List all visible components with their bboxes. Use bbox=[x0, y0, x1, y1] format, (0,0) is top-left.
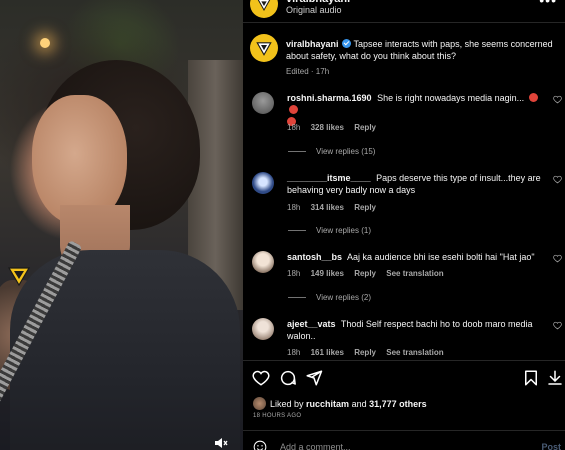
header-divider bbox=[243, 22, 565, 23]
download-icon[interactable] bbox=[546, 369, 564, 387]
reel-video[interactable] bbox=[0, 0, 243, 450]
share-send-icon[interactable] bbox=[305, 369, 323, 387]
see-translation-link[interactable]: See translation bbox=[386, 269, 443, 278]
video-subject-body bbox=[10, 250, 240, 450]
angry-emoji-icon bbox=[528, 93, 538, 102]
comment-age: 18h bbox=[287, 348, 301, 357]
reply-button[interactable]: Reply bbox=[354, 269, 376, 278]
save-bookmark-icon[interactable] bbox=[522, 369, 540, 387]
comment-likes[interactable]: 328 likes bbox=[311, 123, 344, 132]
caption-avatar[interactable] bbox=[250, 34, 278, 62]
watermark-logo-icon bbox=[6, 263, 32, 289]
replies-line bbox=[288, 230, 306, 231]
actions-divider bbox=[243, 360, 565, 361]
comment-username[interactable]: ________itsme____ bbox=[287, 173, 371, 183]
reply-button[interactable]: Reply bbox=[354, 203, 376, 212]
post-header: viralbhayani Original audio ••• bbox=[243, 0, 565, 22]
liked-by-text: Liked by rucchitam and 31,777 others bbox=[270, 399, 427, 409]
caption-meta: Edited · 17h bbox=[286, 67, 330, 76]
heart-icon[interactable] bbox=[553, 321, 562, 330]
liked-by-prefix: Liked by bbox=[270, 399, 304, 409]
posted-time: 18 HOURS AGO bbox=[253, 413, 302, 419]
comment-username[interactable]: santosh__bs bbox=[287, 252, 342, 262]
comment-avatar[interactable] bbox=[252, 251, 274, 273]
comment-likes[interactable]: 161 likes bbox=[311, 348, 344, 357]
caption-text-block: viralbhayani Tapsee interacts with paps, … bbox=[286, 38, 554, 62]
mute-icon[interactable] bbox=[214, 436, 228, 448]
view-replies-label[interactable]: View replies (15) bbox=[316, 147, 375, 156]
comment-text: Aaj ka audience bhi ise esehi bolti hai … bbox=[347, 252, 535, 262]
reply-button[interactable]: Reply bbox=[354, 348, 376, 357]
post-comment-button[interactable]: Post bbox=[541, 442, 561, 450]
view-replies[interactable]: View replies (2) bbox=[288, 293, 371, 302]
comment-avatar[interactable] bbox=[252, 318, 274, 340]
view-replies-label[interactable]: View replies (2) bbox=[316, 293, 371, 302]
view-replies[interactable]: View replies (15) bbox=[288, 147, 375, 156]
replies-line bbox=[288, 297, 306, 298]
comment-avatar[interactable] bbox=[252, 92, 274, 114]
see-translation-link[interactable]: See translation bbox=[386, 348, 443, 357]
view-replies-label[interactable]: View replies (1) bbox=[316, 226, 371, 235]
account-avatar[interactable] bbox=[250, 0, 278, 18]
comment-text: She is right nowadays media nagin... bbox=[377, 93, 527, 103]
comment-age: 18h bbox=[287, 269, 301, 278]
comment-username[interactable]: ajeet__vats bbox=[287, 319, 336, 329]
comment-divider bbox=[243, 430, 565, 431]
liked-by-user[interactable]: rucchitam bbox=[306, 399, 349, 409]
comment-body: ________itsme____ Paps deserve this type… bbox=[287, 172, 547, 196]
liked-by-count[interactable]: 31,777 others bbox=[369, 399, 427, 409]
comment-actions: 18h 314 likes Reply bbox=[287, 203, 384, 212]
comment-actions: 18h 161 likes Reply See translation bbox=[287, 348, 452, 357]
replies-line bbox=[288, 151, 306, 152]
video-background-light bbox=[40, 38, 50, 48]
liker-avatar[interactable] bbox=[253, 397, 266, 410]
add-comment-row: Add a comment... Post bbox=[243, 436, 565, 450]
comment-bubble-icon[interactable] bbox=[279, 369, 297, 387]
like-heart-icon[interactable] bbox=[252, 369, 270, 387]
comment-username[interactable]: roshni.sharma.1690 bbox=[287, 93, 372, 103]
comment-likes[interactable]: 314 likes bbox=[311, 203, 344, 212]
heart-icon[interactable] bbox=[553, 254, 562, 263]
view-replies[interactable]: View replies (1) bbox=[288, 226, 371, 235]
heart-icon[interactable] bbox=[553, 95, 562, 104]
comment-body: ajeet__vats Thodi Self respect bachi ho … bbox=[287, 318, 547, 342]
liked-by-row: Liked by rucchitam and 31,777 others bbox=[251, 396, 561, 410]
caption-username[interactable]: viralbhayani bbox=[286, 39, 339, 49]
emoji-smile-icon[interactable] bbox=[253, 440, 267, 450]
comment-actions: 18h 149 likes Reply See translation bbox=[287, 269, 452, 278]
post-action-bar bbox=[243, 362, 565, 392]
comment-avatar[interactable] bbox=[252, 172, 274, 194]
audio-label[interactable]: Original audio bbox=[286, 5, 342, 15]
reply-button[interactable]: Reply bbox=[354, 123, 376, 132]
comment-age: 18h bbox=[287, 203, 301, 212]
comment-likes[interactable]: 149 likes bbox=[311, 269, 344, 278]
comment-age: 18h bbox=[287, 123, 301, 132]
liked-by-and: and bbox=[351, 399, 367, 409]
comment-body: santosh__bs Aaj ka audience bhi ise eseh… bbox=[287, 251, 547, 263]
comment-actions: 18h 328 likes Reply bbox=[287, 123, 384, 132]
post-side-panel: viralbhayani Original audio ••• viralbha… bbox=[243, 0, 565, 450]
angry-emoji-icon bbox=[289, 105, 298, 114]
verified-badge-icon bbox=[341, 39, 351, 48]
heart-icon[interactable] bbox=[553, 175, 562, 184]
comment-input[interactable]: Add a comment... bbox=[280, 442, 351, 450]
more-icon[interactable]: ••• bbox=[539, 0, 557, 8]
